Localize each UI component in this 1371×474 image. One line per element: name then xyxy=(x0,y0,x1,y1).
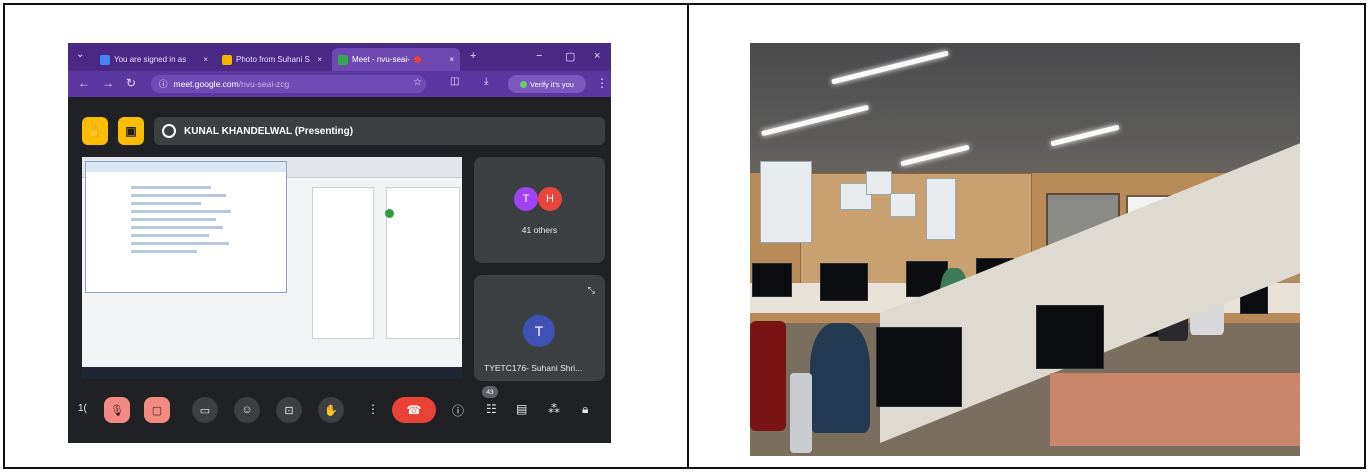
meeting-info-icon[interactable]: ⓘ xyxy=(452,402,464,419)
photo-monitor xyxy=(820,263,868,301)
verify-label: Verify it's you xyxy=(530,79,574,89)
tab-search-icon[interactable]: ⌄ xyxy=(76,49,84,60)
tab-close-icon[interactable]: × xyxy=(203,55,208,64)
url-domain: meet.google.com xyxy=(173,79,239,89)
tab-close-icon[interactable]: × xyxy=(449,55,454,64)
restore-button[interactable]: ▢ xyxy=(565,50,575,63)
activities-icon[interactable]: ⁂ xyxy=(548,402,560,416)
present-icon[interactable]: ▣ xyxy=(118,117,144,145)
raised-hand-icon[interactable]: ✋ xyxy=(82,117,108,145)
meet-favicon-icon xyxy=(338,54,348,65)
pin-icon[interactable]: ⤡ xyxy=(588,285,595,296)
photo-chair xyxy=(750,321,786,431)
photo-poster xyxy=(760,161,812,243)
photo-monitor xyxy=(752,263,792,297)
new-tab-button[interactable]: + xyxy=(470,50,476,62)
avatar-initial: T xyxy=(522,193,530,205)
avatar-initial: H xyxy=(546,193,554,205)
photo-poster xyxy=(890,193,916,217)
file-row xyxy=(131,210,231,213)
camera-off-icon[interactable]: ▢ xyxy=(144,397,170,423)
present-screen-icon[interactable]: ⊡ xyxy=(276,397,302,423)
download-icon[interactable]: ⤓ xyxy=(484,76,488,87)
photo-monitor xyxy=(876,327,962,407)
presenter-label: KUNAL KHANDELWAL (Presenting) xyxy=(184,125,354,137)
bookmark-star-icon[interactable]: ☆ xyxy=(413,77,422,88)
shared-pane xyxy=(312,187,374,339)
avatar: T xyxy=(514,187,538,211)
recording-dot-icon xyxy=(413,56,421,63)
check-icon xyxy=(385,209,394,218)
forward-icon[interactable]: → xyxy=(102,76,114,90)
url-field[interactable]: ⓘ meet.google.com/nvu-seai-zcg xyxy=(151,75,426,93)
site-favicon-icon xyxy=(100,54,110,65)
meeting-code-partial: 1( xyxy=(78,403,87,414)
captions-icon[interactable]: ▭ xyxy=(192,397,218,423)
more-options-icon[interactable]: ⋮ xyxy=(367,402,379,416)
minimize-button[interactable]: − xyxy=(536,50,542,62)
photo-student xyxy=(810,323,870,433)
others-count: 41 others xyxy=(521,225,558,235)
meet-screenshot: ⌄ You are signed in as × Photo from Suha… xyxy=(68,43,611,443)
chat-icon[interactable]: ▤ xyxy=(516,402,527,416)
file-row xyxy=(131,250,197,253)
host-controls-icon[interactable]: 🔒︎ xyxy=(582,402,588,417)
people-icon[interactable]: ☷ 43 xyxy=(482,386,498,416)
extensions-icon[interactable]: ◫ xyxy=(450,76,459,87)
browser-menu-icon[interactable]: ⋮ xyxy=(596,76,608,90)
avatar: H xyxy=(538,187,562,211)
tab-label: Meet - nvu-seai- xyxy=(352,55,410,64)
file-row xyxy=(131,202,201,205)
file-row xyxy=(131,194,226,197)
avatar: T xyxy=(523,315,555,347)
reload-icon[interactable]: ↻ xyxy=(126,76,136,90)
profile-dot-icon xyxy=(520,80,528,88)
participants-tile[interactable]: T H 41 others xyxy=(474,157,605,263)
photo-poster xyxy=(866,171,892,195)
avatar-initial: T xyxy=(534,323,544,339)
column-divider xyxy=(687,3,689,469)
tab-signed-in[interactable]: You are signed in as × xyxy=(94,48,214,71)
presenter-icon xyxy=(162,124,176,138)
site-info-icon[interactable]: ⓘ xyxy=(159,78,168,90)
participant-name: TYETC176- Suhani Shri... xyxy=(484,363,583,373)
shared-taskbar xyxy=(82,367,462,379)
presenter-bar: KUNAL KHANDELWAL (Presenting) xyxy=(154,117,605,145)
file-row xyxy=(131,234,209,237)
address-bar: ← → ↻ ⓘ meet.google.com/nvu-seai-zcg ☆ ◫… xyxy=(68,71,611,97)
tab-label: Photo from Suhani S xyxy=(236,55,310,64)
shared-pane xyxy=(386,187,460,339)
end-call-button[interactable]: ☎ xyxy=(392,397,436,423)
tab-label: You are signed in as xyxy=(114,55,187,64)
verify-button[interactable]: Verify it's you xyxy=(508,75,586,93)
photo-water-bottle xyxy=(790,373,812,453)
back-icon[interactable]: ← xyxy=(78,76,90,90)
tab-close-icon[interactable]: × xyxy=(317,55,322,64)
file-row xyxy=(131,186,211,189)
browser-tabbar: ⌄ You are signed in as × Photo from Suha… xyxy=(68,43,611,71)
shared-screen xyxy=(82,157,462,379)
emoji-icon[interactable]: ☺ xyxy=(234,397,260,423)
photo-floor xyxy=(1050,373,1300,446)
photos-favicon-icon xyxy=(222,54,232,65)
file-row xyxy=(131,218,216,221)
shared-file-dialog xyxy=(85,161,287,293)
photo-poster xyxy=(926,178,956,240)
mic-off-icon[interactable]: 🎙︎ xyxy=(104,397,130,423)
participant-tile[interactable]: ⤡ T TYETC176- Suhani Shri... xyxy=(474,275,605,381)
raise-hand-icon[interactable]: ✋ xyxy=(318,397,344,423)
url-path: /nvu-seai-zcg xyxy=(238,79,290,89)
tab-photo[interactable]: Photo from Suhani S × xyxy=(216,48,328,71)
dialog-title xyxy=(86,162,286,172)
photo-monitor xyxy=(1036,305,1104,369)
lab-session-photo xyxy=(750,43,1300,456)
file-row xyxy=(131,242,229,245)
file-row xyxy=(131,226,223,229)
close-window-button[interactable]: × xyxy=(594,50,600,62)
tab-meet[interactable]: Meet - nvu-seai- × xyxy=(332,48,460,71)
people-count-badge: 43 xyxy=(482,386,498,398)
meeting-controls: 1( 🎙︎ ▢ ▭ ☺ ⊡ ✋ ⋮ ☎ ⓘ ☷ 43 ▤ ⁂ 🔒︎ xyxy=(68,386,611,443)
